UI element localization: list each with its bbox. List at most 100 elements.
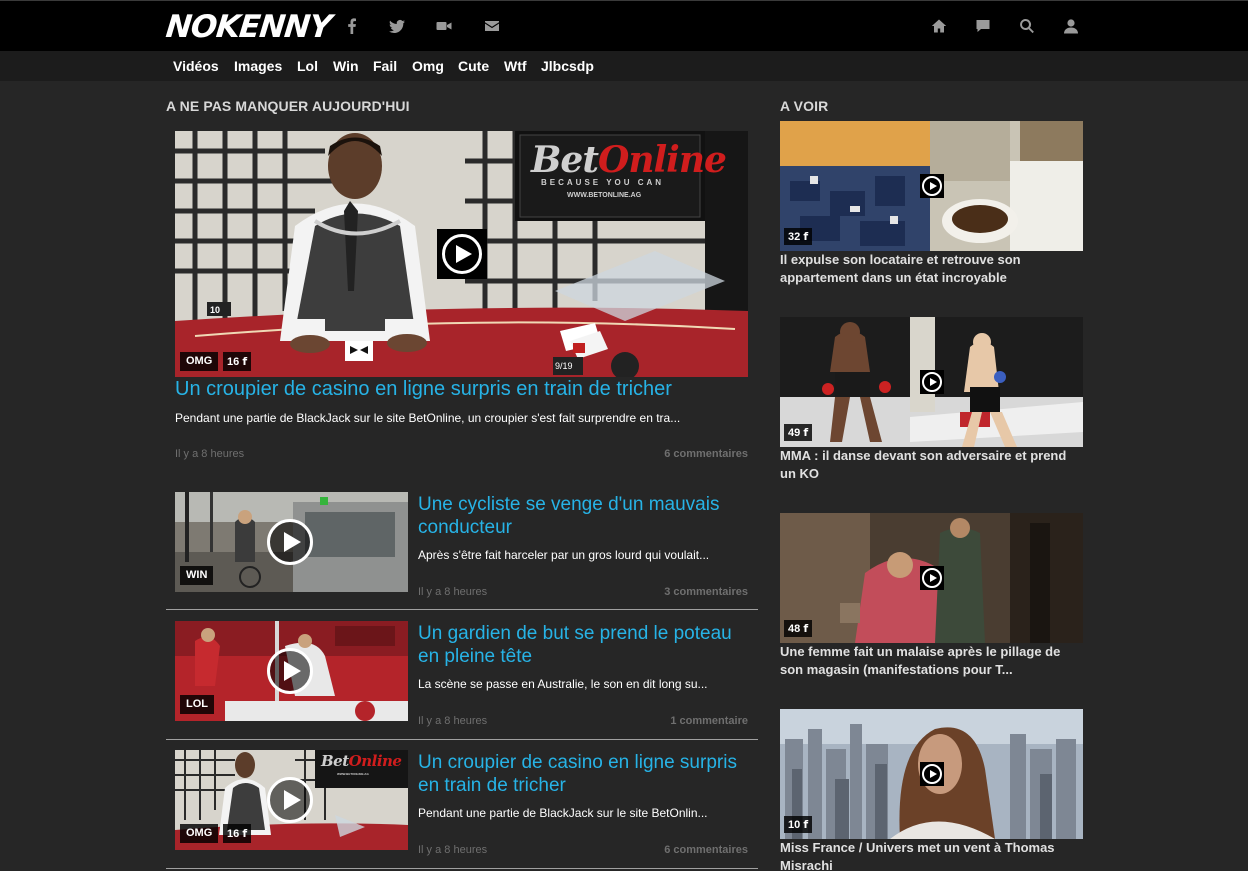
- share-count: 48 f: [784, 620, 813, 637]
- category-tag[interactable]: WIN: [180, 566, 214, 585]
- betonline-logo: BetOnline: [531, 139, 727, 181]
- play-button[interactable]: [267, 519, 313, 565]
- site-logo[interactable]: NOKENNY: [164, 9, 333, 45]
- video-camera-icon[interactable]: [433, 15, 455, 37]
- article-divider: [166, 868, 758, 869]
- article-title-line: Un croupier de casino en ligne surpris: [418, 752, 737, 773]
- sidebar-item-title[interactable]: MMA : il danse devant son adversaire et …: [780, 447, 1080, 483]
- article-title-line: en pleine tête: [418, 646, 533, 667]
- article-title-line: Une cycliste se venge d'un mauvais: [418, 494, 720, 515]
- play-button[interactable]: [267, 777, 313, 823]
- category-cute[interactable]: Cute: [458, 58, 489, 74]
- betonline-logo-online: Online: [597, 139, 727, 181]
- article-title-line: en train de tricher: [418, 775, 566, 796]
- article-thumbnail[interactable]: BetOnline WWW.BETONLINE.AG OMG 16 f: [175, 750, 408, 850]
- play-button[interactable]: [437, 229, 487, 279]
- featured-comments-link[interactable]: 6 commentaires: [548, 448, 748, 460]
- article-title-line: Un gardien de but se prend le poteau: [418, 623, 732, 644]
- sidebar-thumbnail[interactable]: 49 f: [780, 317, 1083, 447]
- play-icon: [922, 764, 942, 784]
- article-excerpt: Après s'être fait harceler par un gros l…: [418, 548, 710, 562]
- article-title[interactable]: Un croupier de casino en ligne surpris e…: [418, 751, 758, 797]
- share-count-value: 16: [227, 828, 240, 840]
- category-videos[interactable]: Vidéos: [173, 58, 219, 74]
- play-button[interactable]: [920, 566, 944, 590]
- betonline-url: WWW.BETONLINE.AG: [567, 192, 642, 199]
- sidebar-section-title: A VOIR: [780, 98, 829, 114]
- top-bar: NOKENNY: [0, 0, 1248, 51]
- play-icon: [922, 568, 942, 588]
- twitter-icon[interactable]: [386, 15, 408, 37]
- facebook-icon: f: [803, 818, 809, 831]
- betonline-logo-online: Online: [348, 752, 402, 770]
- play-icon: [442, 234, 482, 274]
- article-comments-link[interactable]: 1 commentaire: [548, 715, 748, 727]
- betonline-slogan: BECAUSE YOU CAN: [541, 178, 665, 187]
- article-title[interactable]: Une cycliste se venge d'un mauvais condu…: [418, 493, 758, 539]
- category-wtf[interactable]: Wtf: [504, 58, 527, 74]
- share-count: 49 f: [784, 424, 813, 441]
- article-thumbnail[interactable]: LOL: [175, 621, 408, 721]
- article-timestamp: Il y a 8 heures: [418, 586, 488, 598]
- featured-thumbnail[interactable]: BetOnline BECAUSE YOU CAN WWW.BETONLINE.…: [175, 131, 748, 377]
- sidebar-thumbnail[interactable]: 10 f: [780, 709, 1083, 839]
- play-icon: [922, 176, 942, 196]
- facebook-icon: f: [803, 230, 809, 243]
- chat-bubble-icon[interactable]: [972, 15, 994, 37]
- article-title-line: conducteur: [418, 517, 513, 538]
- category-nav: Vidéos Images Lol Win Fail Omg Cute Wtf …: [0, 51, 1248, 81]
- article-thumbnail[interactable]: WIN: [175, 492, 408, 592]
- play-icon: [922, 372, 942, 392]
- category-images[interactable]: Images: [234, 58, 282, 74]
- category-omg[interactable]: Omg: [412, 58, 444, 74]
- category-fail[interactable]: Fail: [373, 58, 397, 74]
- featured-timestamp: Il y a 8 heures: [175, 448, 245, 460]
- share-count-value: 48: [788, 623, 801, 635]
- article-timestamp: Il y a 8 heures: [418, 844, 488, 856]
- category-win[interactable]: Win: [333, 58, 359, 74]
- sidebar-item-title[interactable]: Miss France / Univers met un vent à Thom…: [780, 839, 1080, 871]
- article-divider: [166, 739, 758, 740]
- share-count-value: 32: [788, 231, 801, 243]
- home-icon[interactable]: [928, 15, 950, 37]
- share-count-value: 49: [788, 427, 801, 439]
- envelope-icon[interactable]: [481, 15, 503, 37]
- main-section-title: A NE PAS MANQUER AUJOURD'HUI: [166, 98, 410, 114]
- betonline-logo: BetOnline: [321, 752, 402, 770]
- play-button[interactable]: [267, 648, 313, 694]
- play-button[interactable]: [920, 174, 944, 198]
- search-icon[interactable]: [1016, 15, 1038, 37]
- featured-excerpt: Pendant une partie de BlackJack sur le s…: [175, 411, 681, 425]
- sidebar-thumbnail[interactable]: 48 f: [780, 513, 1083, 643]
- user-icon[interactable]: [1060, 15, 1082, 37]
- category-jlbcsdp[interactable]: Jlbcsdp: [541, 58, 594, 74]
- betonline-logo-bet: Bet: [321, 752, 349, 770]
- category-tag[interactable]: LOL: [180, 695, 214, 714]
- sidebar-thumbnail[interactable]: 32 f: [780, 121, 1083, 251]
- article-divider: [166, 609, 758, 610]
- facebook-icon: f: [803, 426, 809, 439]
- article-comments-link[interactable]: 3 commentaires: [548, 586, 748, 598]
- category-tag[interactable]: OMG: [180, 824, 219, 843]
- facebook-icon[interactable]: [341, 15, 363, 37]
- facebook-icon: f: [242, 827, 248, 840]
- facebook-icon: f: [803, 622, 809, 635]
- article-timestamp: Il y a 8 heures: [418, 715, 488, 727]
- betonline-logo-bet: Bet: [531, 139, 599, 181]
- card-counter: 9/19: [555, 361, 573, 371]
- share-count-value: 10: [788, 819, 801, 831]
- category-tag[interactable]: OMG: [180, 352, 219, 371]
- sidebar-item-title[interactable]: Une femme fait un malaise après le pilla…: [780, 643, 1080, 679]
- play-button[interactable]: [920, 370, 944, 394]
- share-count: 16 f: [223, 352, 252, 371]
- facebook-icon: f: [242, 355, 248, 368]
- article-excerpt: Pendant une partie de BlackJack sur le s…: [418, 806, 708, 820]
- sidebar-item-title[interactable]: Il expulse son locataire et retrouve son…: [780, 251, 1080, 287]
- article-excerpt: La scène se passe en Australie, le son e…: [418, 677, 708, 691]
- category-lol[interactable]: Lol: [297, 58, 318, 74]
- play-button[interactable]: [920, 762, 944, 786]
- article-comments-link[interactable]: 6 commentaires: [548, 844, 748, 856]
- share-count: 10 f: [784, 816, 813, 833]
- article-title[interactable]: Un gardien de but se prend le poteau en …: [418, 622, 758, 668]
- featured-title[interactable]: Un croupier de casino en ligne surpris e…: [175, 378, 672, 401]
